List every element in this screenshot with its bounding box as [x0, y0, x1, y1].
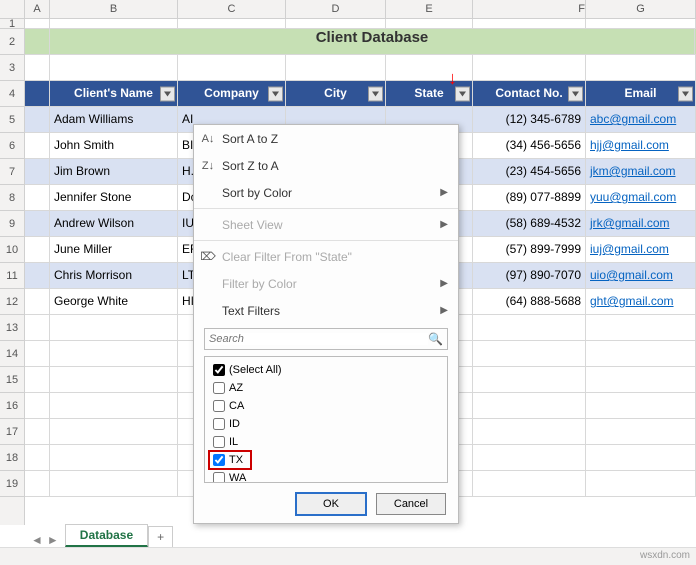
tab-database[interactable]: Database	[65, 524, 148, 547]
header-email[interactable]: Email	[586, 81, 696, 106]
row-header-8[interactable]: 8	[0, 185, 24, 211]
check-id[interactable]: ID	[209, 415, 443, 433]
filter-dropdown-state[interactable]	[455, 86, 470, 101]
tab-prev-icon[interactable]: ◄	[31, 533, 43, 547]
clear-filter: ⌦Clear Filter From "State"	[194, 243, 458, 270]
row-header-4[interactable]: 4	[0, 81, 24, 107]
sort-za[interactable]: Z↓Sort Z to A	[194, 152, 458, 179]
sheet-view: Sheet View▶	[194, 211, 458, 238]
status-bar	[0, 547, 696, 565]
header-city[interactable]: City	[286, 81, 386, 106]
row-header-18[interactable]: 18	[0, 445, 24, 471]
text-filters[interactable]: Text Filters▶	[194, 297, 458, 324]
col-header-G[interactable]: G	[586, 0, 696, 18]
email-link[interactable]: jkm@gmail.com	[586, 159, 696, 184]
annotation-arrow-down: ↓	[448, 68, 457, 89]
check-az[interactable]: AZ	[209, 379, 443, 397]
chevron-right-icon: ▶	[440, 305, 448, 316]
row-header-1[interactable]: 1	[0, 19, 24, 29]
filter-dropdown-city[interactable]	[368, 86, 383, 101]
row-header-19[interactable]: 19	[0, 471, 24, 497]
sheet-tabs: ◄► Database +	[25, 525, 173, 547]
email-link[interactable]: ght@gmail.com	[586, 289, 696, 314]
clear-filter-icon: ⌦	[200, 250, 216, 263]
row-headers: 1 2 3 4 5 6 7 8 9 10 11 12 13 14 15 16 1…	[0, 19, 25, 525]
filter-dropdown-company[interactable]	[268, 86, 283, 101]
tab-next-icon[interactable]: ►	[47, 533, 59, 547]
filter-dropdown-contact[interactable]	[568, 86, 583, 101]
col-header-A[interactable]: A	[25, 0, 50, 18]
page-title: Client Database	[50, 29, 695, 54]
col-header-B[interactable]: B	[50, 0, 178, 18]
header-state[interactable]: State	[386, 81, 473, 106]
sort-az-icon: A↓	[200, 133, 216, 145]
col-header-E[interactable]: E	[386, 0, 473, 18]
sort-az[interactable]: A↓Sort A to Z	[194, 125, 458, 152]
row-header-10[interactable]: 10	[0, 237, 24, 263]
email-link[interactable]: abc@gmail.com	[586, 107, 696, 132]
filter-dropdown-name[interactable]	[160, 86, 175, 101]
col-header-D[interactable]: D	[286, 0, 386, 18]
email-link[interactable]: yuu@gmail.com	[586, 185, 696, 210]
row-header-15[interactable]: 15	[0, 367, 24, 393]
search-input[interactable]	[209, 333, 428, 345]
table-header-row: Client's Name Company City State Contact…	[25, 81, 696, 107]
row-header-13[interactable]: 13	[0, 315, 24, 341]
filter-checklist[interactable]: (Select All) AZ CA ID IL TX WA	[204, 356, 448, 483]
filter-dropdown-email[interactable]	[678, 86, 693, 101]
tab-add[interactable]: +	[148, 526, 173, 547]
row-header-3[interactable]: 3	[0, 55, 24, 81]
email-link[interactable]: iuj@gmail.com	[586, 237, 696, 262]
tab-nav[interactable]: ◄►	[25, 533, 65, 547]
chevron-right-icon: ▶	[440, 278, 448, 289]
ok-button[interactable]: OK	[296, 493, 366, 515]
check-ca[interactable]: CA	[209, 397, 443, 415]
chevron-right-icon: ▶	[440, 219, 448, 230]
row-header-9[interactable]: 9	[0, 211, 24, 237]
check-select-all[interactable]: (Select All)	[209, 361, 443, 379]
email-link[interactable]: hjj@gmail.com	[586, 133, 696, 158]
row-header-6[interactable]: 6	[0, 133, 24, 159]
header-name[interactable]: Client's Name	[50, 81, 178, 106]
search-icon: 🔍	[428, 332, 443, 346]
row-header-11[interactable]: 11	[0, 263, 24, 289]
column-headers: A B C D E F G	[0, 0, 696, 19]
row-header-16[interactable]: 16	[0, 393, 24, 419]
filter-search[interactable]: 🔍	[204, 328, 448, 350]
row-header-12[interactable]: 12	[0, 289, 24, 315]
row-header-5[interactable]: 5	[0, 107, 24, 133]
filter-menu: A↓Sort A to Z Z↓Sort Z to A Sort by Colo…	[193, 124, 459, 524]
header-contact[interactable]: Contact No.	[473, 81, 586, 106]
row-header-2[interactable]: 2	[0, 29, 24, 55]
filter-by-color: Filter by Color▶	[194, 270, 458, 297]
row-header-14[interactable]: 14	[0, 341, 24, 367]
chevron-right-icon: ▶	[440, 187, 448, 198]
check-wa[interactable]: WA	[209, 469, 443, 483]
row-header-7[interactable]: 7	[0, 159, 24, 185]
check-il[interactable]: IL	[209, 433, 443, 451]
sort-by-color[interactable]: Sort by Color▶	[194, 179, 458, 206]
select-all-corner[interactable]	[0, 0, 25, 18]
email-link[interactable]: jrk@gmail.com	[586, 211, 696, 236]
header-company[interactable]: Company	[178, 81, 286, 106]
cancel-button[interactable]: Cancel	[376, 493, 446, 515]
sort-za-icon: Z↓	[200, 160, 216, 172]
col-header-F[interactable]: F	[473, 0, 586, 18]
email-link[interactable]: uio@gmail.com	[586, 263, 696, 288]
watermark: wsxdn.com	[640, 550, 690, 561]
col-header-C[interactable]: C	[178, 0, 286, 18]
check-tx[interactable]: TX	[209, 451, 251, 469]
row-header-17[interactable]: 17	[0, 419, 24, 445]
